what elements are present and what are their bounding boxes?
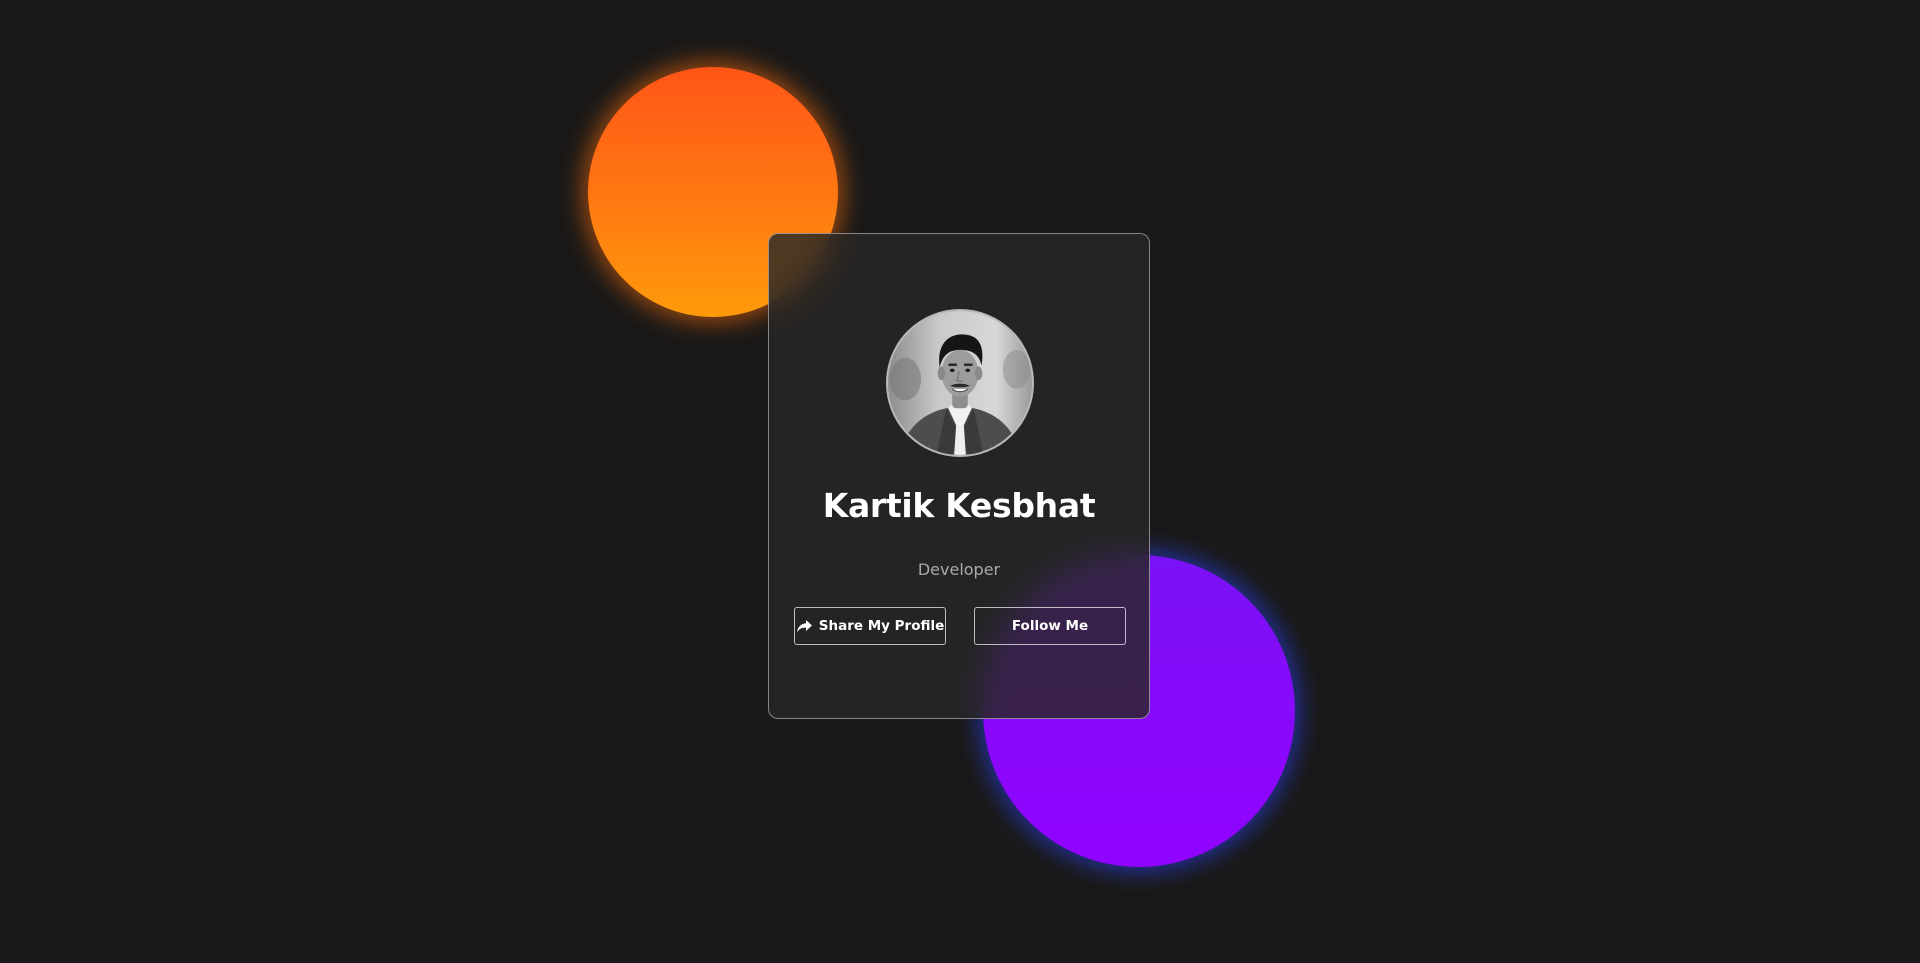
profile-card: Kartik Kesbhat Developer Share My Profil… [768, 233, 1150, 719]
share-profile-button[interactable]: Share My Profile [794, 607, 946, 645]
follow-me-button[interactable]: Follow Me [974, 607, 1126, 645]
share-profile-label: Share My Profile [818, 618, 945, 634]
share-arrow-icon [796, 619, 813, 634]
follow-me-label: Follow Me [1011, 618, 1089, 634]
profile-photo-image [888, 311, 1032, 455]
profile-name: Kartik Kesbhat [822, 486, 1096, 525]
profile-avatar [886, 309, 1034, 457]
profile-role: Developer [917, 560, 1001, 579]
